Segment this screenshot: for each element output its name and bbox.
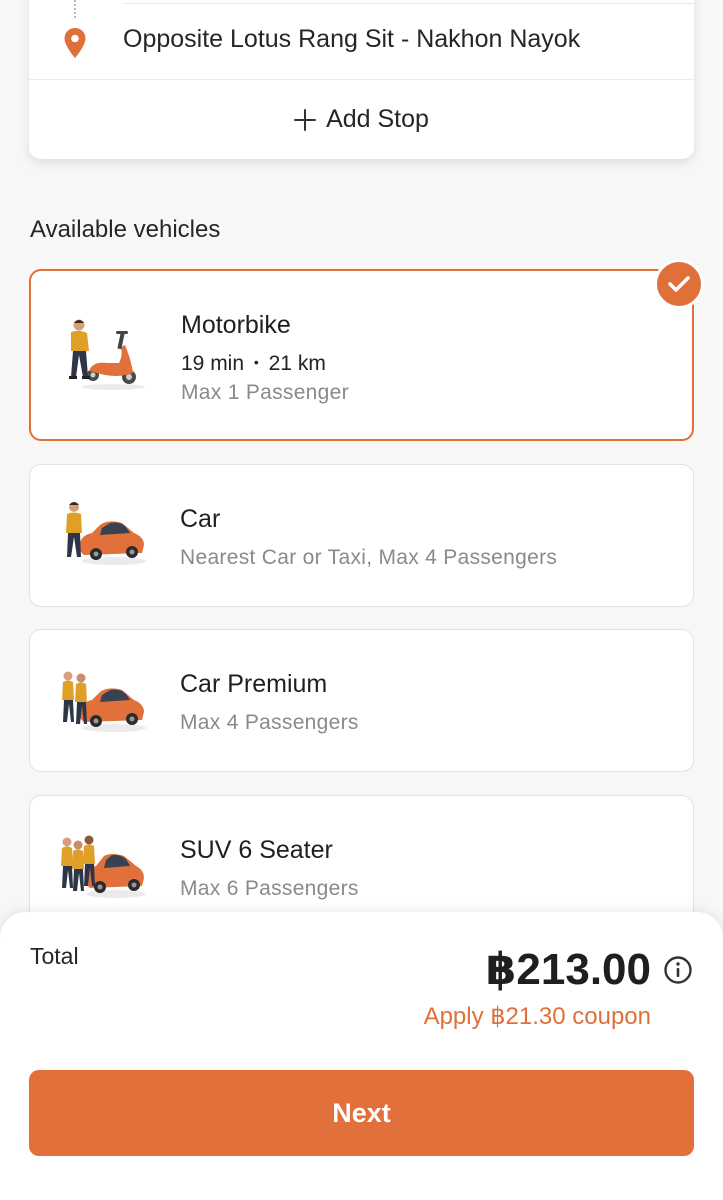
price-summary-sheet: Total ฿213.00 Apply ฿21.30 coupon Next	[0, 912, 723, 1200]
route-connector	[74, 0, 76, 18]
vehicle-capacity: Max 1 Passenger	[181, 381, 349, 404]
add-stop-button[interactable]: Add Stop	[29, 80, 694, 159]
vehicle-name: SUV 6 Seater	[180, 836, 333, 864]
vehicle-eta-distance: 19 min • 21 km	[181, 352, 326, 376]
vehicle-option-car-premium[interactable]: Car Premium Max 4 Passengers	[29, 629, 694, 772]
vehicle-option-car[interactable]: Car Nearest Car or Taxi, Max 4 Passenger…	[29, 464, 694, 607]
vehicle-capacity: Max 6 Passengers	[180, 877, 359, 900]
vehicle-capacity: Nearest Car or Taxi, Max 4 Passengers	[180, 546, 558, 569]
section-title: Available vehicles	[30, 216, 221, 243]
total-label: Total	[30, 943, 79, 969]
location-pin-icon	[64, 28, 86, 58]
vehicle-name: Motorbike	[181, 311, 291, 339]
meta-separator: •	[253, 354, 259, 370]
checkmark-icon	[668, 276, 690, 292]
vehicle-eta: 19 min	[181, 352, 245, 375]
total-amount: ฿213.00	[485, 945, 651, 994]
vehicle-capacity: Max 4 Passengers	[180, 711, 359, 734]
route-card: Opposite Lotus Rang Sit - Nakhon Nayok A…	[29, 0, 694, 159]
car-illustration-icon	[66, 502, 146, 565]
suv-illustration-icon	[61, 835, 146, 898]
plus-icon	[294, 108, 317, 131]
add-stop-label: Add Stop	[326, 105, 429, 133]
motorbike-illustration-icon	[69, 319, 145, 390]
destination-address[interactable]: Opposite Lotus Rang Sit - Nakhon Nayok	[123, 25, 580, 54]
route-divider	[123, 3, 694, 4]
vehicle-distance: 21 km	[268, 352, 326, 375]
vehicle-option-motorbike[interactable]: Motorbike 19 min • 21 km Max 1 Passenger	[29, 259, 704, 441]
car-premium-illustration-icon	[62, 671, 146, 732]
vehicle-name: Car	[180, 505, 221, 533]
selected-badge	[654, 259, 704, 309]
apply-coupon-link[interactable]: Apply ฿21.30 coupon	[424, 1002, 651, 1031]
vehicle-name: Car Premium	[180, 670, 328, 698]
next-button[interactable]: Next	[29, 1070, 694, 1156]
info-icon[interactable]	[663, 955, 693, 985]
